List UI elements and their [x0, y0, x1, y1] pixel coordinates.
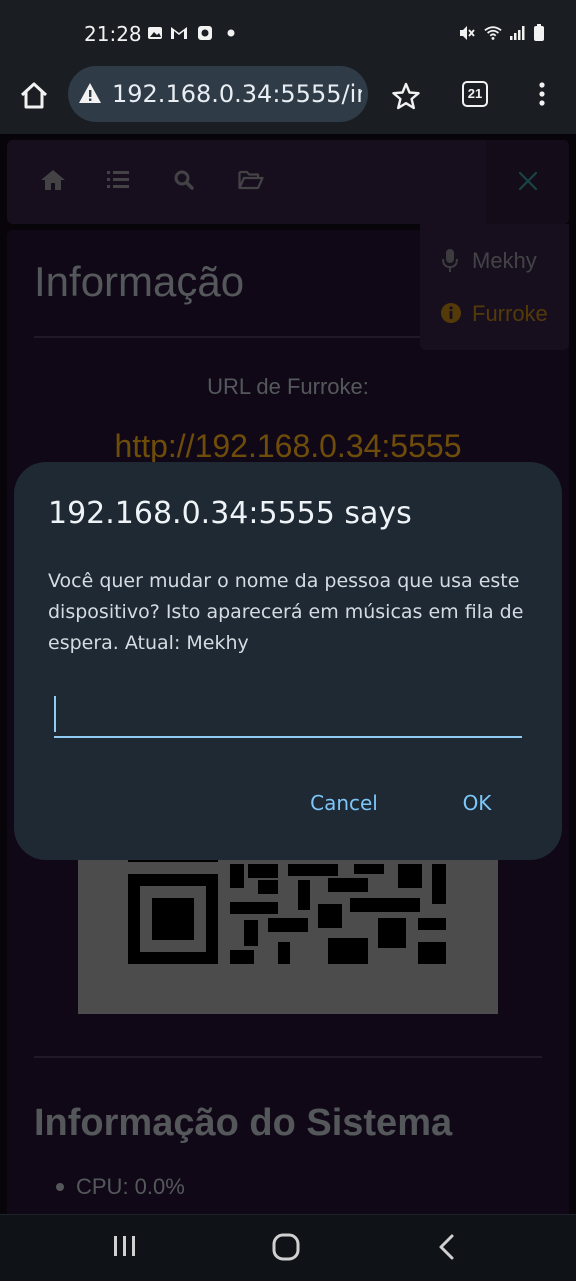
dialog-message: Você quer mudar o nome da pessoa que usa… [48, 570, 524, 654]
browser-home-icon[interactable] [18, 80, 50, 112]
battery-icon [530, 24, 548, 42]
status-time: 21:28 [84, 22, 142, 46]
ok-button[interactable]: OK [456, 786, 498, 820]
gmail-icon [170, 24, 188, 42]
app-icon [196, 24, 214, 42]
dot-icon [222, 24, 240, 42]
cancel-button[interactable]: Cancel [306, 786, 382, 820]
signal-icon [508, 24, 526, 42]
tab-count: 21 [467, 86, 483, 101]
name-input[interactable] [54, 690, 522, 738]
star-icon[interactable] [392, 82, 420, 110]
recents-icon[interactable] [112, 1234, 138, 1263]
wifi-icon [484, 24, 502, 42]
back-icon[interactable] [436, 1233, 458, 1266]
mute-icon [458, 24, 476, 42]
dialog-title: 192.168.0.34:5555 says [48, 496, 412, 531]
warning-icon[interactable] [78, 82, 102, 106]
home-button-icon[interactable] [272, 1233, 300, 1266]
more-icon[interactable] [536, 80, 548, 110]
url-text[interactable]: 192.168.0.34:5555/info [112, 80, 362, 108]
gallery-icon [146, 24, 164, 42]
text-caret [54, 696, 56, 732]
